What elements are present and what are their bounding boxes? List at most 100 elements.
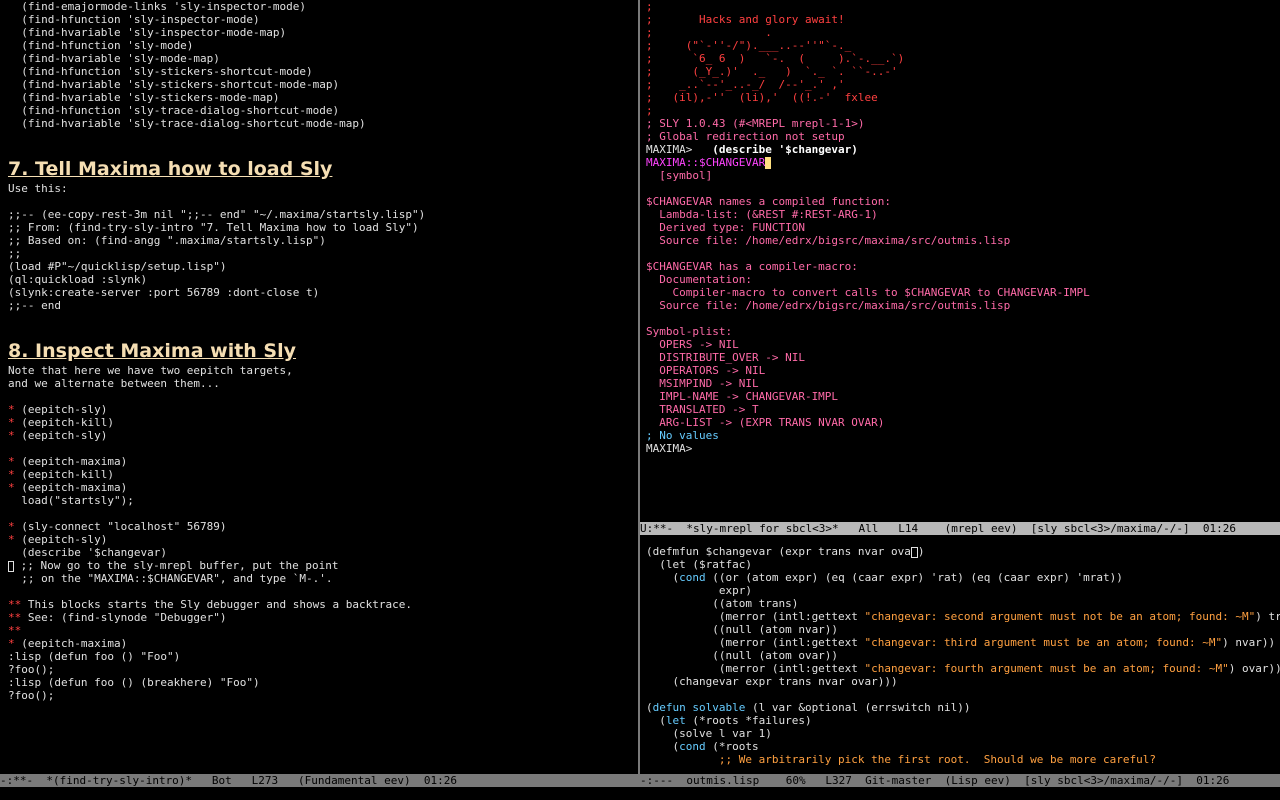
eepitch-line[interactable]: * (eepitch-sly) [8,533,638,546]
code-line: :lisp (defun foo () "Foo") [8,650,181,663]
code-line: load("startsly"); [8,494,134,507]
intro-buffer[interactable]: (find-emajormode-links 'sly-inspector-mo… [8,0,638,774]
red-star-bullet: * [8,637,15,650]
eepitch-line[interactable]: * (eepitch-maxima) [8,481,638,494]
section-heading-8[interactable]: 8. Inspect Maxima with Sly [8,338,638,364]
code-line: ?foo(); [8,663,55,676]
code-window[interactable]: (defmfun $changevar (expr trans nvar ova… [640,535,1280,787]
startsly-block: Use this: ;;-- (ee-copy-rest-3m nil ";;--… [8,182,638,312]
comment-line: ** [8,624,638,637]
find-link-line: (find-hvariable 'sly-stickers-shortcut-m… [8,78,340,91]
red-star-bullet: * [8,533,15,546]
code-line: ;; Based on: (find-angg ".maxima/startsl… [8,234,326,247]
code-line: (load #P"~/quicklisp/setup.lisp") [8,260,227,273]
describe-line: Documentation: [646,273,752,286]
code-line: (cond (*roots [646,740,759,753]
banner-line: ; (il),-'' (li),' ((!.-' fxlee [646,91,878,104]
outmis-buffer[interactable]: (defmfun $changevar (expr trans nvar ova… [646,545,1280,774]
describe-line: TRANSLATED -> T [646,403,759,416]
red-star-bullet: * [8,403,15,416]
describe-line: OPERS -> NIL [646,338,739,351]
banner-line: ; . [646,26,772,39]
red-double-star: ** [8,611,22,624]
code-line: ;; From: (find-try-sly-intro "7. Tell Ma… [8,221,419,234]
describe-line: Lambda-list: (&REST #:REST-ARG-1) [646,208,878,221]
code-line: (cond ((or (atom expr) (eq (caar expr) '… [646,571,1123,584]
banner-line: ; _..`--'_..-_/ /--'_.' ,' [646,78,845,91]
describe-line: OPERATORS -> NIL [646,364,766,377]
eepitch-line[interactable]: * (eepitch-maxima) [8,455,638,468]
left-modeline[interactable]: -:**- *(find-try-sly-intro)* Bot L273 (F… [0,774,638,787]
code-comment-line: ;; We arbitrarily pick the first root. S… [646,753,1156,766]
repl-input-line[interactable]: MAXIMA> (describe '$changevar) [646,143,1280,156]
red-star-bullet: * [8,481,15,494]
describe-line: Compiler-macro to convert calls to $CHAN… [646,286,1090,299]
eepitch-line[interactable]: * (eepitch-kill) [8,468,638,481]
code-line: (describe '$changevar) [8,546,167,559]
find-link-line: (find-hfunction 'sly-stickers-shortcut-m… [8,65,313,78]
eepitch-line[interactable]: * (eepitch-sly) [8,429,638,442]
repl-command: (describe '$changevar) [692,143,858,156]
eepitch-line[interactable]: * (eepitch-kill) [8,416,638,429]
red-star-bullet: * [8,520,15,533]
point-cursor [765,157,772,169]
code-line: (merror (intl:gettext "changevar: second… [646,610,1280,623]
code-line: ;; [8,247,22,260]
code-line: (solve l var 1) [646,727,772,740]
minibuffer[interactable] [0,787,1280,800]
code-line: ((null (atom ovar)) [646,649,839,662]
red-star-bullet: * [8,455,15,468]
code-line: (ql:quickload :slynk) [8,273,148,286]
repl-redirect-note: ; Global redirection not setup [646,130,845,143]
find-link-line: (find-hfunction 'sly-mode) [8,39,194,52]
repl-symbol-name[interactable]: MAXIMA::$CHANGEVAR [646,156,765,169]
repl-symbol-tag: [symbol] [646,169,713,182]
find-link-line: (find-emajormode-links 'sly-inspector-mo… [8,0,307,13]
code-line: ;;-- end [8,299,61,312]
code-line: ;; on the "MAXIMA::$CHANGEVAR", and type… [8,572,333,585]
red-star-bullet: * [8,416,15,429]
repl-version: ; SLY 1.0.43 (#<MREPL mrepl-1-1>) [646,117,865,130]
cursor-line[interactable]: ;; Now go to the sly-mrepl buffer, put t… [8,559,638,572]
repl-no-values: ; No values [646,429,719,442]
repl-window[interactable]: ;; Hacks and glory await!; .; ("`-''-/")… [640,0,1280,535]
describe-line [646,247,1280,260]
eepitch-line[interactable]: * (eepitch-maxima) [8,637,638,650]
describe-line: MSIMPIND -> NIL [646,377,759,390]
code-line: ;;-- (ee-copy-rest-3m nil ";;-- end" "~/… [8,208,426,221]
find-link-line: (find-hvariable 'sly-stickers-mode-map) [8,91,280,104]
red-star-bullet: * [8,468,15,481]
repl-buffer[interactable]: ;; Hacks and glory await!; .; ("`-''-/")… [646,0,1280,522]
eepitch-line[interactable]: * (sly-connect "localhost" 56789) [8,520,638,533]
code-line: ((null (atom nvar)) [646,623,839,636]
eepitch-line[interactable]: * (eepitch-sly) [8,403,638,416]
code-line: Use this: [8,182,68,195]
section-heading-7[interactable]: 7. Tell Maxima how to load Sly [8,156,638,182]
describe-line: $CHANGEVAR names a compiled function: [646,195,892,208]
code-line: (changevar expr trans nvar ovar))) [646,675,898,688]
code-modeline[interactable]: -:--- outmis.lisp 60% L327 Git-master (L… [640,774,1280,787]
code-line: expr) [646,584,752,597]
repl-modeline[interactable]: U:**- *sly-mrepl for sbcl<3>* All L14 (m… [640,522,1280,535]
intro-text-2: and we alternate between them... [8,377,220,390]
find-links-block: (find-emajormode-links 'sly-inspector-mo… [8,0,638,130]
banner-line: ; (_Y_.)' ._ ) `._ `. ``-..-' [646,65,898,78]
repl-prompt: MAXIMA> [646,143,693,156]
find-link-line: (find-hvariable 'sly-inspector-mode-map) [8,26,287,39]
describe-line: Symbol-plist: [646,325,733,338]
left-window[interactable]: (find-emajormode-links 'sly-inspector-mo… [0,0,638,787]
code-line: (defmfun $changevar (expr trans nvar ova… [646,545,925,558]
describe-line: Source file: /home/edrx/bigsrc/maxima/sr… [646,299,1011,312]
code-line: (defun solvable (l var &optional (errswi… [646,701,971,714]
banner-line: ; ("`-''-/").___..--''"`-._ [646,39,852,52]
find-link-line: (find-hvariable 'sly-trace-dialog-shortc… [8,117,366,130]
repl-prompt-line[interactable]: MAXIMA> [646,442,1280,455]
code-line: ?foo(); [8,689,55,702]
describe-line: ARG-LIST -> (EXPR TRANS NVAR OVAR) [646,416,885,429]
code-line: (merror (intl:gettext "changevar: third … [646,636,1276,649]
repl-describe-output: $CHANGEVAR names a compiled function: La… [646,195,1280,429]
code-line: (let (*roots *failures) [646,714,812,727]
text-cursor [910,546,918,558]
repl-symbol-line[interactable]: MAXIMA::$CHANGEVAR [646,156,1280,169]
